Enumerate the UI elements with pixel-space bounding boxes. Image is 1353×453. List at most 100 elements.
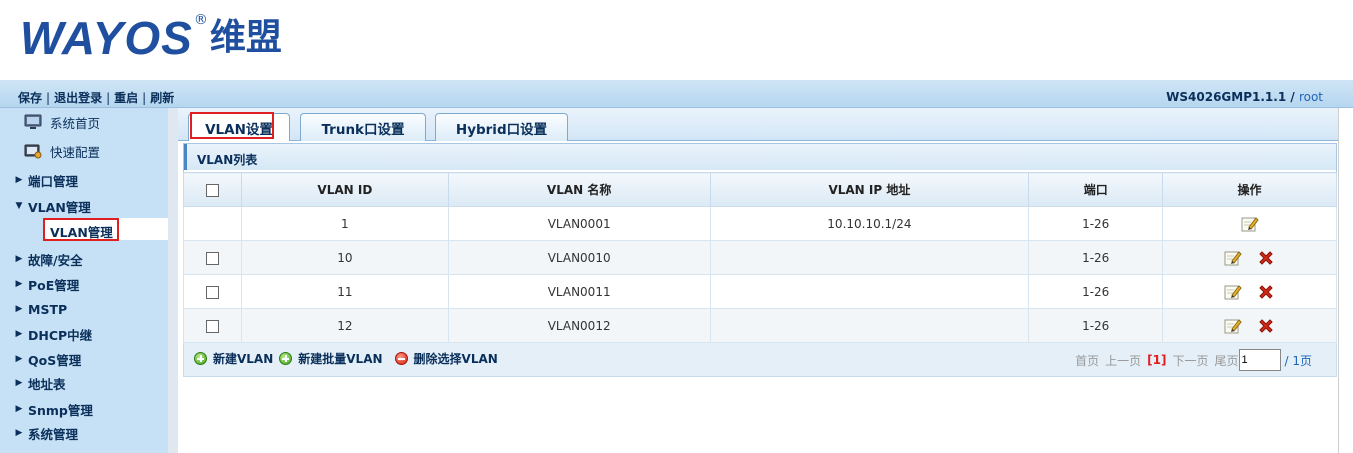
device-separator: / bbox=[1286, 90, 1299, 104]
sidebar-item-label: MSTP bbox=[28, 301, 68, 317]
delete-selected-vlan-button[interactable]: 删除选择VLAN bbox=[394, 350, 498, 367]
caret-right-icon: ▶ bbox=[15, 428, 23, 438]
add-icon bbox=[194, 352, 207, 365]
sidebar-item-label: Snmp管理 bbox=[28, 402, 93, 418]
caret-right-icon: ▶ bbox=[15, 175, 23, 185]
table-row: 1 VLAN0001 10.10.10.1/24 1-26 bbox=[183, 206, 1337, 241]
vlan-name-cell: VLAN0012 bbox=[447, 308, 711, 343]
separator: | bbox=[46, 90, 51, 105]
column-header-actions: 操作 bbox=[1162, 172, 1337, 207]
row-select-cell bbox=[183, 308, 242, 343]
refresh-link[interactable]: 刷新 bbox=[150, 89, 174, 106]
save-link[interactable]: 保存 bbox=[18, 89, 42, 106]
edit-icon[interactable] bbox=[1241, 215, 1259, 233]
separator: | bbox=[106, 90, 111, 105]
delete-icon[interactable] bbox=[1257, 249, 1275, 267]
logo-chinese-text: 维盟 bbox=[209, 17, 282, 58]
caret-right-icon: ▶ bbox=[15, 404, 23, 414]
actions-cell bbox=[1162, 206, 1337, 241]
new-vlan-button[interactable]: 新建VLAN bbox=[194, 350, 273, 367]
table-header-row: VLAN ID VLAN 名称 VLAN IP 地址 端口 操作 bbox=[183, 172, 1337, 207]
table-footer: 新建VLAN 新建批量VLAN 删除选择VLAN 首页 上一页 [1] 下一页 … bbox=[183, 343, 1337, 377]
sidebar-item-label: 快速配置 bbox=[50, 144, 101, 160]
sidebar-item-fault-security[interactable]: ▶ 故障/安全 bbox=[0, 248, 83, 270]
table-row: 10 VLAN0010 1-26 bbox=[183, 240, 1337, 275]
row-checkbox[interactable] bbox=[205, 285, 219, 299]
next-page-link[interactable]: 下一页 bbox=[1172, 352, 1208, 369]
row-select-cell bbox=[183, 240, 242, 275]
vlan-id-cell: 11 bbox=[240, 274, 449, 309]
column-header-vlan-ip: VLAN IP 地址 bbox=[709, 172, 1030, 207]
ports-cell: 1-26 bbox=[1028, 308, 1164, 343]
select-all-header bbox=[183, 172, 242, 207]
sidebar-item-port-management[interactable]: ▶ 端口管理 bbox=[0, 169, 78, 191]
wayos-logo: WAYOS ® 维盟 bbox=[20, 10, 282, 65]
column-header-ports: 端口 bbox=[1028, 172, 1164, 207]
sidebar-item-home[interactable]: 系统首页 bbox=[0, 111, 100, 133]
header: WAYOS ® 维盟 bbox=[0, 0, 1353, 80]
logo-text: WAYOS bbox=[20, 12, 193, 64]
new-batch-vlan-button[interactable]: 新建批量VLAN bbox=[279, 350, 383, 367]
current-user-link[interactable]: root bbox=[1299, 90, 1323, 104]
tab-hybrid-settings[interactable]: Hybrid口设置 bbox=[435, 113, 568, 141]
sidebar-item-label: DHCP中继 bbox=[28, 327, 93, 343]
sidebar-item-label: 系统管理 bbox=[28, 426, 79, 442]
delete-icon[interactable] bbox=[1257, 317, 1275, 335]
table-row: 11 VLAN0011 1-26 bbox=[183, 274, 1337, 309]
caret-right-icon: ▶ bbox=[15, 378, 23, 388]
splitter[interactable] bbox=[168, 108, 178, 453]
sidebar-item-label: 端口管理 bbox=[28, 173, 79, 189]
vlan-ip-cell bbox=[709, 308, 1030, 343]
sidebar-item-snmp-management[interactable]: ▶ Snmp管理 bbox=[0, 398, 93, 420]
vlan-ip-cell bbox=[709, 274, 1030, 309]
sidebar-item-label: 故障/安全 bbox=[28, 252, 83, 268]
edit-icon[interactable] bbox=[1224, 249, 1242, 267]
sidebar-item-vlan-management[interactable]: ▼ VLAN管理 bbox=[0, 195, 91, 217]
vlan-name-cell: VLAN0001 bbox=[447, 206, 711, 241]
total-pages: / 1页 bbox=[1284, 353, 1313, 368]
delete-icon[interactable] bbox=[1257, 283, 1275, 301]
sidebar-item-dhcp-relay[interactable]: ▶ DHCP中继 bbox=[0, 323, 93, 345]
logout-link[interactable]: 退出登录 bbox=[54, 89, 102, 106]
tab-trunk-settings[interactable]: Trunk口设置 bbox=[300, 113, 426, 141]
new-vlan-label: 新建VLAN bbox=[213, 352, 274, 366]
sidebar-item-address-table[interactable]: ▶ 地址表 bbox=[0, 372, 66, 394]
prev-page-link[interactable]: 上一页 bbox=[1105, 352, 1141, 369]
sidebar-item-system-management[interactable]: ▶ 系统管理 bbox=[0, 422, 78, 444]
edit-icon[interactable] bbox=[1224, 283, 1242, 301]
vlan-id-cell: 10 bbox=[240, 240, 449, 275]
row-select-cell bbox=[183, 206, 242, 241]
sidebar-item-label: QoS管理 bbox=[28, 352, 82, 368]
divider bbox=[1338, 108, 1339, 453]
actions-cell bbox=[1162, 308, 1337, 343]
delete-selected-vlan-label: 删除选择VLAN bbox=[413, 352, 498, 366]
panel-title: VLAN列表 bbox=[184, 144, 1336, 170]
last-page-link[interactable]: 尾页 bbox=[1214, 352, 1238, 369]
page-number-input[interactable] bbox=[1238, 349, 1281, 371]
device-info: WS4026GMP1.1.1 / root bbox=[1166, 90, 1323, 104]
sidebar-item-qos-management[interactable]: ▶ QoS管理 bbox=[0, 348, 82, 370]
row-checkbox[interactable] bbox=[205, 251, 219, 265]
row-checkbox[interactable] bbox=[205, 319, 219, 333]
ports-cell: 1-26 bbox=[1028, 240, 1164, 275]
home-monitor-icon bbox=[24, 114, 42, 130]
remove-icon bbox=[394, 352, 408, 365]
sidebar-item-label: VLAN管理 bbox=[28, 199, 91, 215]
caret-right-icon: ▶ bbox=[15, 329, 23, 339]
sidebar-item-label: 地址表 bbox=[28, 376, 66, 392]
separator: | bbox=[142, 90, 147, 105]
reboot-link[interactable]: 重启 bbox=[114, 89, 138, 106]
first-page-link[interactable]: 首页 bbox=[1075, 352, 1099, 369]
table-row: 12 VLAN0012 1-26 bbox=[183, 308, 1337, 343]
sidebar-item-quick-config[interactable]: 快速配置 bbox=[0, 140, 100, 162]
vlan-name-cell: VLAN0010 bbox=[447, 240, 711, 275]
column-header-vlan-id: VLAN ID bbox=[240, 172, 449, 207]
pagination: 首页 上一页 [1] 下一页 尾页 / 1页 bbox=[1075, 349, 1318, 371]
edit-icon[interactable] bbox=[1224, 317, 1242, 335]
select-all-checkbox[interactable] bbox=[205, 183, 219, 197]
caret-right-icon: ▶ bbox=[15, 254, 23, 264]
footer-actions: 新建VLAN 新建批量VLAN 删除选择VLAN bbox=[194, 350, 504, 367]
sidebar-item-mstp[interactable]: ▶ MSTP bbox=[0, 298, 68, 320]
sidebar-item-poe-management[interactable]: ▶ PoE管理 bbox=[0, 273, 80, 295]
logo-registered-mark: ® bbox=[193, 12, 208, 28]
